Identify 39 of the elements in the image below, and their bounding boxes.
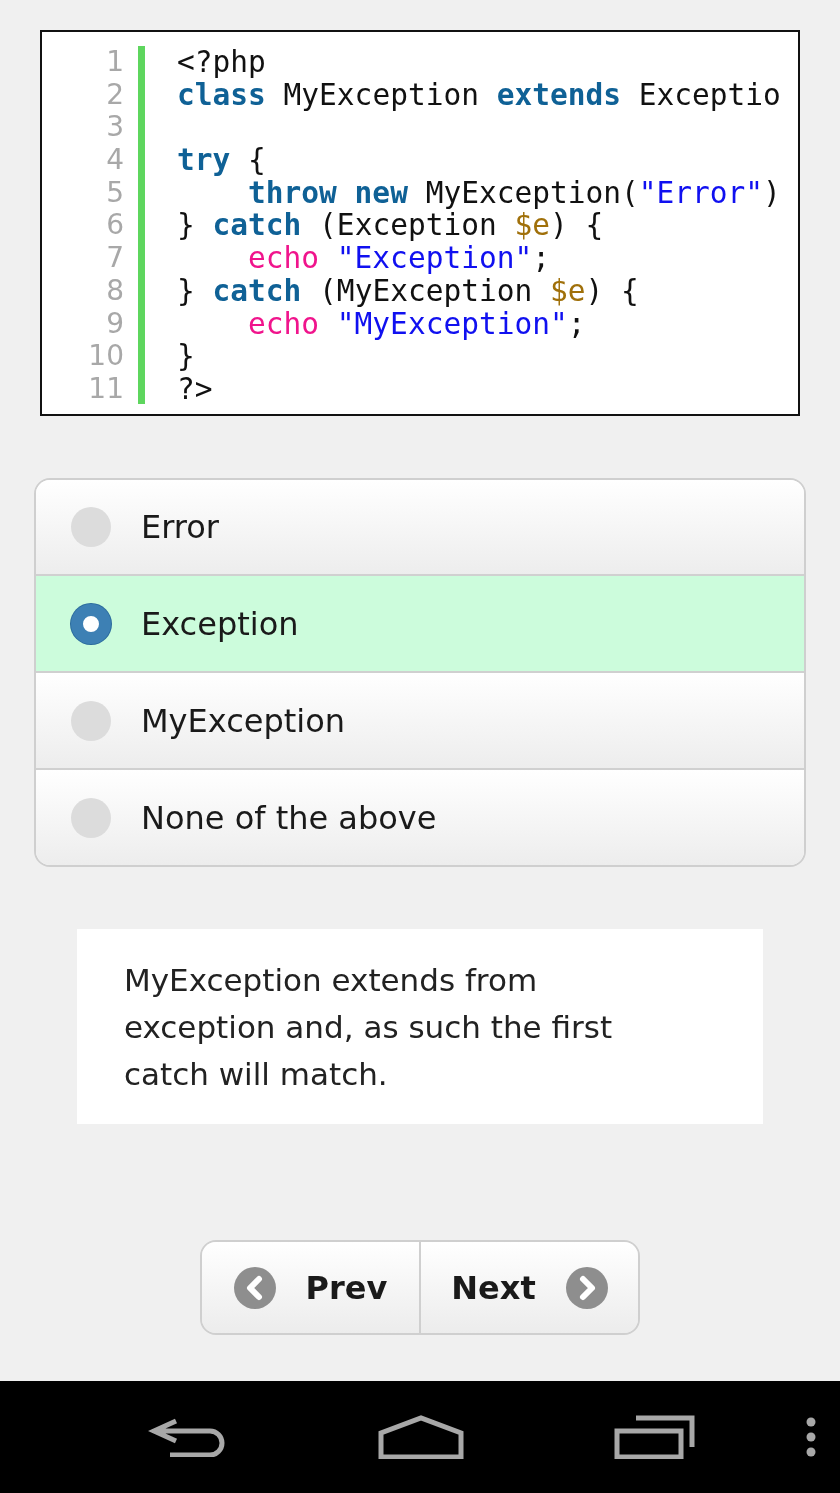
code-line: <?php: [177, 46, 266, 79]
recent-apps-icon[interactable]: [614, 1415, 696, 1459]
option-label: MyException: [141, 701, 346, 740]
home-icon[interactable]: [378, 1415, 464, 1459]
line-number: 7: [105, 242, 124, 275]
line-number: 9: [105, 307, 124, 341]
previous-button[interactable]: Prev: [202, 1242, 421, 1333]
line-number: 1: [105, 46, 124, 79]
answer-option[interactable]: Error: [36, 480, 804, 574]
code-line: throw new MyException("Error"): [247, 176, 781, 210]
code-line: echo "Exception";: [247, 242, 550, 275]
code-line: echo "MyException";: [247, 307, 586, 341]
code-line: }: [177, 340, 195, 373]
line-number: 11: [87, 372, 124, 406]
line-number: 10: [87, 340, 124, 373]
overflow-menu-icon[interactable]: [806, 1417, 816, 1457]
radio-button[interactable]: [71, 700, 111, 741]
option-label: Error: [141, 508, 219, 546]
line-number: 5: [105, 176, 124, 210]
radio-button[interactable]: [71, 507, 111, 547]
code-line: try {: [177, 144, 266, 177]
explanation-text: MyException extends from exception and, as such the first catch will match.: [124, 961, 614, 1094]
answer-option[interactable]: None of the above: [36, 768, 804, 865]
answer-option[interactable]: Exception: [36, 574, 804, 671]
option-label: None of the above: [141, 798, 437, 837]
line-number: 3: [105, 111, 124, 145]
code-line: } catch (MyException $e) {: [177, 274, 639, 308]
radio-button[interactable]: [71, 797, 111, 838]
radio-button[interactable]: [71, 603, 111, 644]
line-number: 2: [105, 78, 124, 112]
code-line: } catch (Exception $e) {: [177, 209, 604, 243]
code-line: ?>: [177, 372, 213, 406]
line-number: 4: [105, 144, 124, 177]
line-number: 6: [105, 209, 124, 243]
option-label: Exception: [141, 604, 299, 643]
code-line: class MyException extends Exceptio: [177, 78, 781, 112]
next-button[interactable]: Next: [421, 1242, 638, 1333]
line-number: 8: [105, 274, 124, 308]
answer-option[interactable]: MyException: [36, 671, 804, 768]
